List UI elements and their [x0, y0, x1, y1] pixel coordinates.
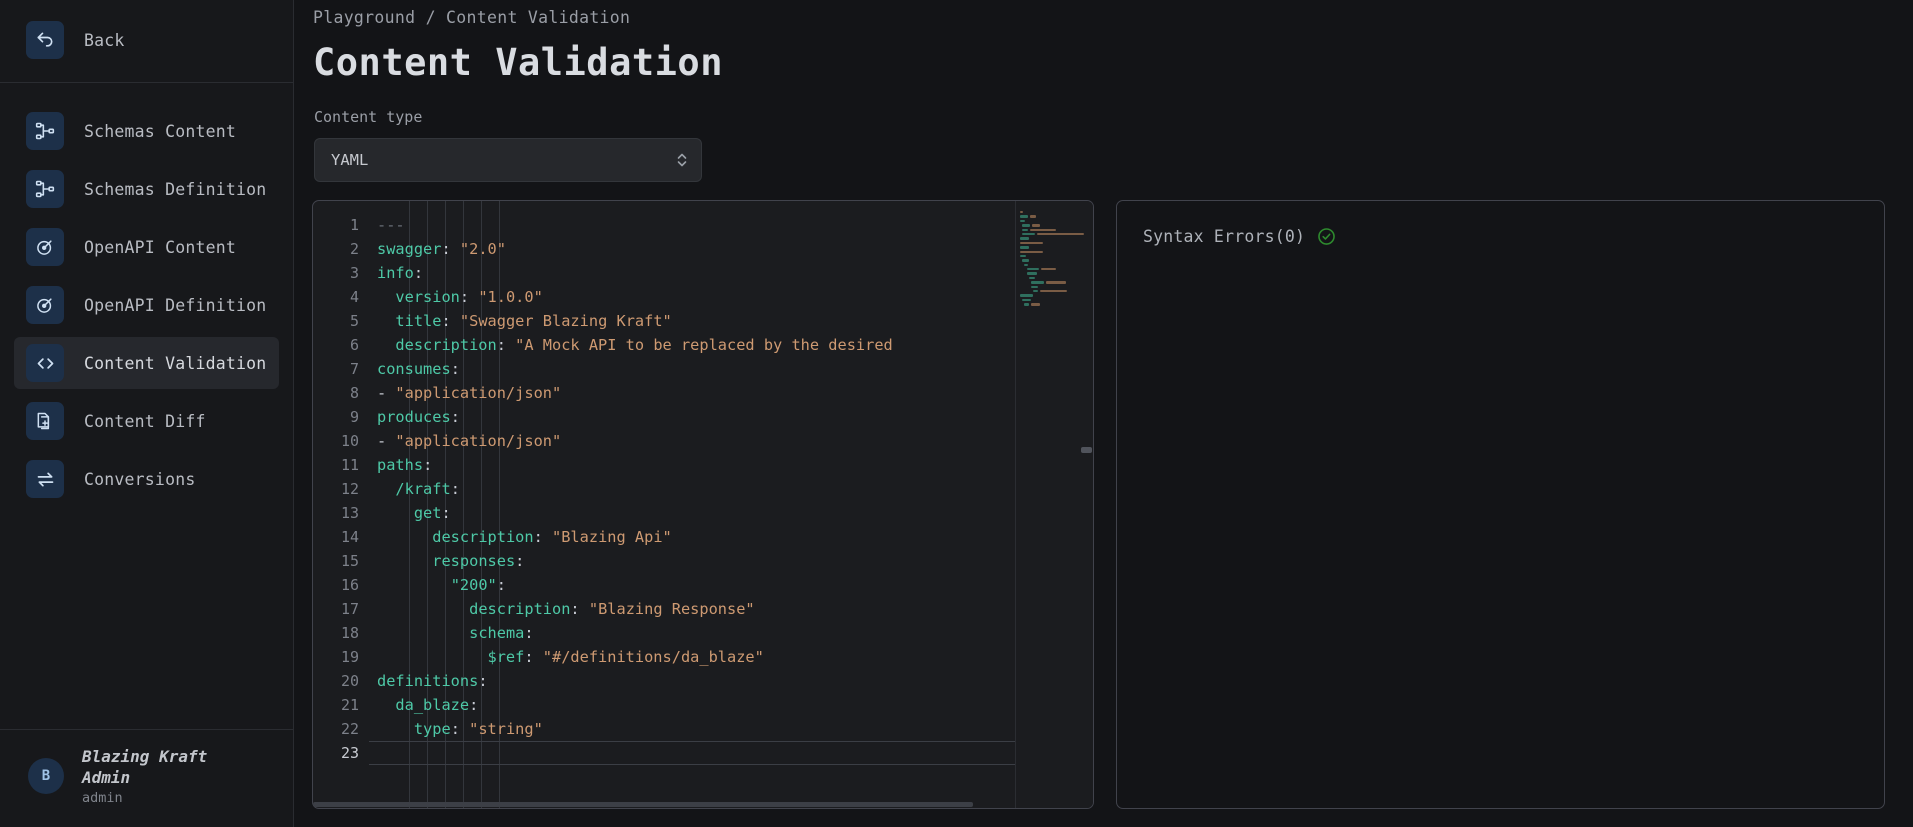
sidebar-item-label: Content Diff [84, 411, 206, 431]
main-content: Playground / Content Validation Content … [294, 0, 1913, 827]
editor-line-number: 16 [340, 576, 359, 594]
user-profile[interactable]: B Blazing Kraft Admin admin [0, 746, 293, 807]
editor-line-number: 22 [340, 720, 359, 738]
editor-code-line[interactable]: --- [369, 213, 1015, 237]
syntax-errors-title: Syntax Errors(0) [1143, 227, 1306, 246]
openapi-icon [26, 286, 64, 324]
editor-line-number: 4 [349, 288, 359, 306]
breadcrumb: Playground / Content Validation [313, 8, 631, 27]
syntax-errors-panel: Syntax Errors(0) [1116, 200, 1885, 809]
editor-vertical-scrollbar[interactable] [1080, 201, 1093, 808]
editor-line-number: 19 [340, 648, 359, 666]
editor-code-line[interactable]: get: [369, 501, 1015, 525]
avatar: B [28, 758, 64, 795]
editor-line-number: 15 [340, 552, 359, 570]
editor-horizontal-scrollbar[interactable] [313, 802, 973, 808]
sidebar-user-section: B Blazing Kraft Admin admin [0, 728, 293, 827]
editor-line-number: 8 [349, 384, 359, 402]
content-type-select[interactable]: YAML [314, 138, 702, 182]
editor-code-line[interactable]: info: [369, 261, 1015, 285]
user-name: Blazing Kraft Admin [82, 746, 208, 788]
editor-line-number: 14 [340, 528, 359, 546]
schema-node-icon [26, 170, 64, 208]
editor-code-line[interactable]: /kraft: [369, 477, 1015, 501]
editor-line-number: 3 [349, 264, 359, 282]
sidebar-item-label: Schemas Definition [84, 179, 267, 199]
editor-code-line[interactable]: description: "Blazing Response" [369, 597, 1015, 621]
editor-minimap[interactable] [1015, 201, 1093, 808]
sidebar-item-conversions[interactable]: Conversions [14, 453, 279, 505]
editor-line-number: 21 [340, 696, 359, 714]
sidebar-item-label: Conversions [84, 469, 196, 489]
editor-code-line[interactable]: definitions: [369, 669, 1015, 693]
editor-scroll-area: 1 2 3 4 5 6 7 8 9 10 11 12 13 14 15 16 17 18 19 20 21 22 23 --… [313, 201, 1015, 808]
sidebar-item-label: OpenAPI Content [84, 237, 237, 257]
openapi-icon [26, 228, 64, 266]
sidebar-nav-list: Schemas Content Schemas Definition OpenA… [0, 83, 293, 729]
code-editor[interactable]: 1 2 3 4 5 6 7 8 9 10 11 12 13 14 15 16 17 18 19 20 21 22 23 --… [312, 200, 1094, 809]
code-brackets-icon [26, 344, 64, 382]
editor-code-line[interactable]: "200": [369, 573, 1015, 597]
editor-line-number: 11 [340, 456, 359, 474]
editor-code-line[interactable]: da_blaze: [369, 693, 1015, 717]
sidebar-item-content-diff[interactable]: Content Diff [14, 395, 279, 447]
editor-line-number: 12 [340, 480, 359, 498]
schema-node-icon [26, 112, 64, 150]
app-root: Back Schemas Content Schemas Definition [0, 0, 1913, 827]
editor-line-number: 7 [349, 360, 359, 378]
sidebar-item-label: Schemas Content [84, 121, 237, 141]
sidebar-item-schemas-definition[interactable]: Schemas Definition [14, 163, 279, 215]
sidebar-top-section: Back [0, 0, 293, 83]
editor-code-line[interactable]: type: "string" [369, 717, 1015, 741]
editor-code-line[interactable]: consumes: [369, 357, 1015, 381]
editor-code-area[interactable]: --- swagger: "2.0" info: version: "1.0.0" … [369, 201, 1015, 808]
sidebar-item-label: Content Validation [84, 353, 267, 373]
editor-line-number: 20 [340, 672, 359, 690]
page-title: Content Validation [313, 41, 723, 84]
editor-line-number: 9 [349, 408, 359, 426]
editor-line-number: 23 [340, 744, 359, 762]
syntax-errors-header: Syntax Errors(0) [1143, 227, 1858, 246]
editor-code-line[interactable]: description: "A Mock API to be replaced … [369, 333, 1015, 357]
sidebar: Back Schemas Content Schemas Definition [0, 0, 294, 827]
editor-code-line[interactable]: responses: [369, 549, 1015, 573]
editor-line-number: 17 [340, 600, 359, 618]
editor-line-numbers: 1 2 3 4 5 6 7 8 9 10 11 12 13 14 15 16 17 18 19 20 21 22 23 [313, 201, 369, 808]
document-diff-icon [26, 402, 64, 440]
editor-code-line[interactable]: - "application/json" [369, 429, 1015, 453]
editor-code-line[interactable]: swagger: "2.0" [369, 237, 1015, 261]
sidebar-item-openapi-content[interactable]: OpenAPI Content [14, 221, 279, 273]
editor-code-line[interactable]: - "application/json" [369, 381, 1015, 405]
editor-code-line[interactable]: version: "1.0.0" [369, 285, 1015, 309]
editor-line-number: 5 [349, 312, 359, 330]
sidebar-item-back[interactable]: Back [14, 14, 279, 66]
sidebar-item-back-label: Back [84, 30, 125, 50]
editor-code-line[interactable] [369, 741, 1015, 765]
editor-code-line[interactable]: produces: [369, 405, 1015, 429]
content-type-label: Content type [314, 108, 423, 126]
editor-code-line[interactable]: description: "Blazing Api" [369, 525, 1015, 549]
editor-line-number: 18 [340, 624, 359, 642]
sidebar-item-label: OpenAPI Definition [84, 295, 267, 315]
panels-row: 1 2 3 4 5 6 7 8 9 10 11 12 13 14 15 16 17 18 19 20 21 22 23 --… [312, 200, 1885, 827]
user-role: admin [82, 789, 123, 806]
editor-code-line[interactable]: $ref: "#/definitions/da_blaze" [369, 645, 1015, 669]
sidebar-item-schemas-content[interactable]: Schemas Content [14, 105, 279, 157]
editor-line-number: 6 [349, 336, 359, 354]
check-circle-icon [1317, 227, 1336, 246]
content-type-select-wrap: YAML [314, 138, 702, 182]
editor-line-number: 2 [349, 240, 359, 258]
editor-line-number: 1 [349, 216, 359, 234]
editor-code-line[interactable]: title: "Swagger Blazing Kraft" [369, 309, 1015, 333]
editor-code-line[interactable]: paths: [369, 453, 1015, 477]
back-arrow-icon [26, 21, 64, 59]
sidebar-item-openapi-definition[interactable]: OpenAPI Definition [14, 279, 279, 331]
sidebar-item-content-validation[interactable]: Content Validation [14, 337, 279, 389]
editor-line-number: 10 [340, 432, 359, 450]
editor-line-number: 13 [340, 504, 359, 522]
swap-arrows-icon [26, 460, 64, 498]
editor-code-line[interactable]: schema: [369, 621, 1015, 645]
